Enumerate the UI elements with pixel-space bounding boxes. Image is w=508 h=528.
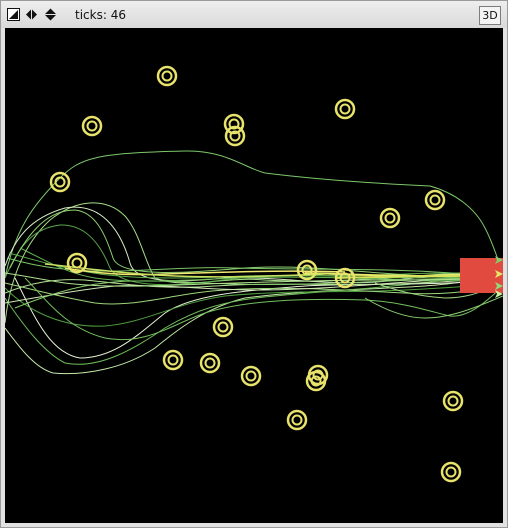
world-window: ticks: 46 3D	[0, 0, 508, 528]
target-icon	[424, 189, 446, 211]
ticks-counter: ticks: 46	[75, 8, 126, 22]
target-icon	[224, 125, 246, 147]
trail-path	[5, 202, 503, 324]
toolbar: ticks: 46 3D	[1, 1, 507, 28]
speed-icon[interactable]	[44, 8, 57, 21]
view-3d-button[interactable]: 3D	[479, 6, 501, 25]
target-icon	[81, 115, 103, 137]
target-icon	[199, 352, 221, 374]
target-icon	[49, 171, 71, 193]
target-icon	[286, 409, 308, 431]
trail-path	[5, 282, 503, 327]
trail-path	[5, 276, 503, 304]
target-icon	[442, 390, 464, 412]
trail-path	[24, 277, 503, 341]
trail-path	[5, 277, 503, 375]
target-icon	[162, 349, 184, 371]
target-icon	[334, 98, 356, 120]
step-icon[interactable]	[25, 8, 38, 21]
agent-trails	[5, 150, 503, 375]
world-view[interactable]	[5, 28, 503, 523]
target-icon	[212, 316, 234, 338]
trail-path	[364, 295, 503, 319]
target-icon	[440, 461, 462, 483]
target-icon	[379, 207, 401, 229]
target-icon	[240, 365, 262, 387]
target-icon	[156, 65, 178, 87]
edit-icon[interactable]	[7, 8, 20, 21]
world-canvas	[5, 65, 503, 483]
target-icon	[296, 259, 318, 281]
